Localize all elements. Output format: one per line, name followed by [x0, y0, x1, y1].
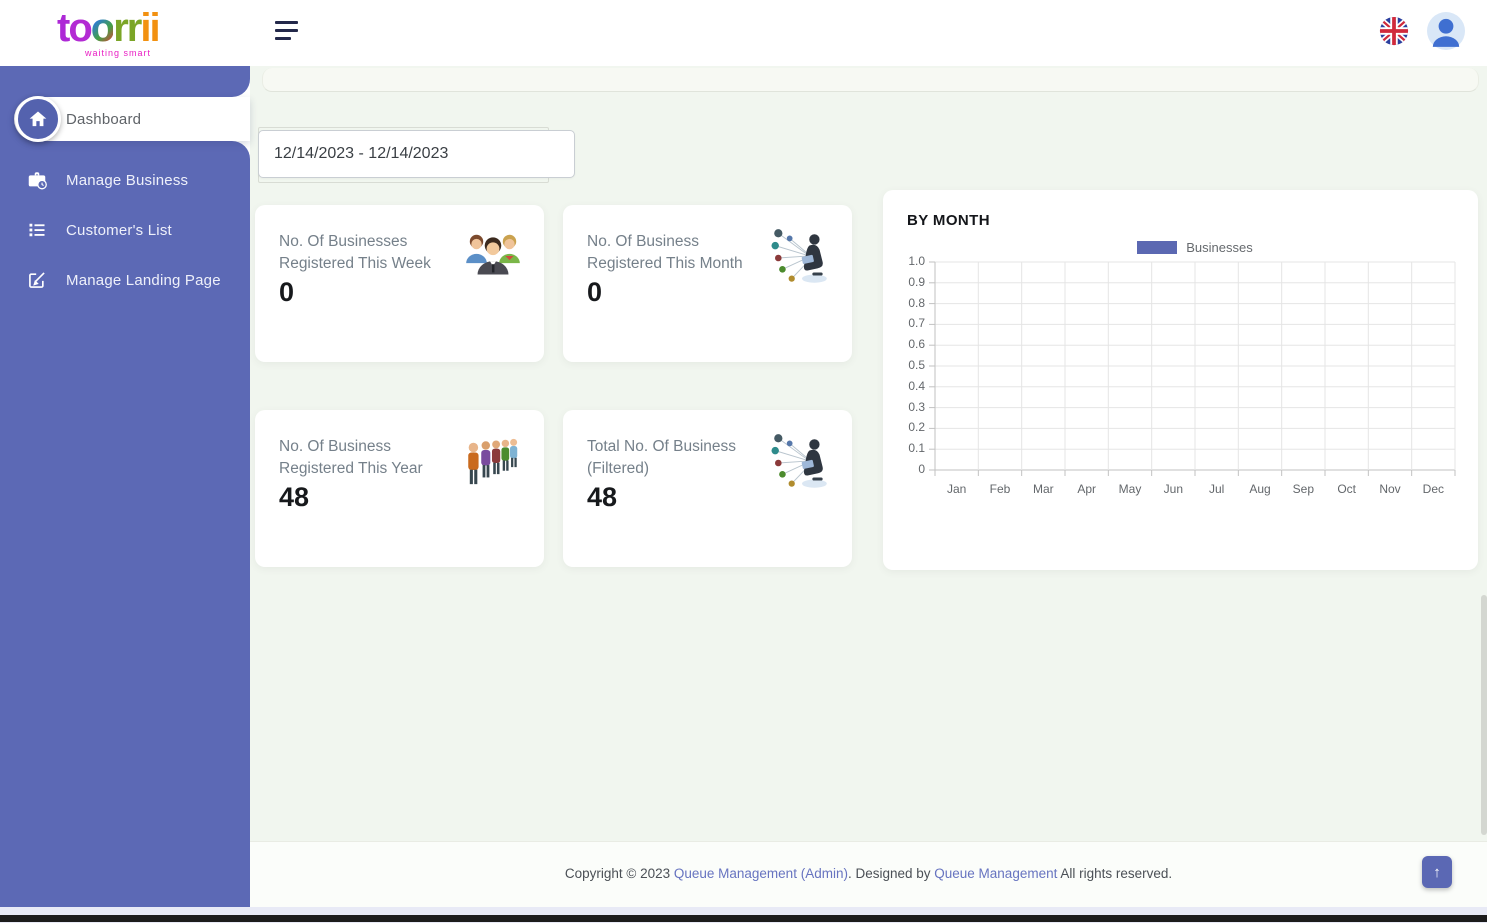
- logo-wordmark: toorrii: [57, 6, 197, 50]
- footer-text: . Designed by: [848, 866, 934, 881]
- scroll-to-top-button[interactable]: ↑: [1422, 856, 1452, 888]
- edit-icon: [26, 269, 48, 291]
- sidebar-item-label: Manage Business: [66, 172, 188, 189]
- businessman-network-illustration-icon: [768, 430, 834, 496]
- stat-card-value: 48: [587, 482, 617, 513]
- sidebar-item-label: Manage Landing Page: [66, 272, 221, 289]
- chart-plot-area: [935, 262, 1455, 470]
- stat-card-total: Total No. Of Business (Filtered) 48: [563, 410, 852, 567]
- top-header: toorrii waiting smart: [0, 0, 1487, 66]
- stat-card-title: No. Of Businesses Registered This Week: [279, 231, 467, 275]
- stat-card-week: No. Of Businesses Registered This Week 0: [255, 205, 544, 362]
- stat-card-year: No. Of Business Registered This Year 48: [255, 410, 544, 567]
- main-content: No. Of Businesses Registered This Week 0…: [250, 66, 1487, 923]
- vertical-scrollbar-thumb[interactable]: [1481, 595, 1487, 835]
- sidebar-item-label: Customer's List: [66, 222, 172, 239]
- by-month-chart-panel: BY MONTH Businesses 00.10.20.30.40.50.60…: [883, 190, 1478, 570]
- sidebar-item-manage-landing-page[interactable]: Manage Landing Page: [0, 258, 250, 302]
- sidebar-item-label: Dashboard: [66, 111, 141, 128]
- horizontal-scrollbar-thumb[interactable]: [0, 915, 1487, 922]
- uk-flag-icon[interactable]: [1379, 16, 1409, 51]
- legend-swatch: [1137, 241, 1177, 254]
- content-top-bar: [262, 68, 1479, 92]
- sidebar-item-customers-list[interactable]: Customer's List: [0, 208, 250, 252]
- list-icon: [26, 219, 48, 241]
- legend-label: Businesses: [1186, 240, 1252, 255]
- sidebar-item-dashboard[interactable]: Dashboard: [14, 97, 250, 141]
- stat-card-value: 48: [279, 482, 309, 513]
- people-queue-illustration-icon: [460, 430, 526, 496]
- horizontal-scrollbar[interactable]: [0, 907, 1487, 923]
- stat-card-month: No. Of Business Registered This Month 0: [563, 205, 852, 362]
- date-range-input[interactable]: [258, 130, 575, 178]
- sidebar-item-manage-business[interactable]: Manage Business: [0, 158, 250, 202]
- home-icon: [15, 96, 61, 142]
- logo-tagline: waiting smart: [85, 48, 151, 58]
- stat-card-title: Total No. Of Business (Filtered): [587, 436, 775, 480]
- briefcase-icon: [26, 169, 48, 191]
- stat-card-title: No. Of Business Registered This Year: [279, 436, 467, 480]
- chart-legend-item[interactable]: Businesses: [935, 240, 1455, 255]
- people-group-illustration-icon: [460, 225, 526, 291]
- app-logo[interactable]: toorrii waiting smart: [57, 6, 197, 60]
- sidebar-nav: Dashboard Manage Business Customer's Lis…: [0, 66, 250, 907]
- businessman-network-illustration-icon: [768, 225, 834, 291]
- chart-title: BY MONTH: [907, 212, 990, 229]
- footer-text: All rights reserved.: [1057, 866, 1172, 881]
- footer-text: Copyright © 2023: [565, 866, 674, 881]
- footer-link-queue-management[interactable]: Queue Management: [934, 866, 1057, 881]
- page-footer: Copyright © 2023 Queue Management (Admin…: [250, 841, 1487, 907]
- stat-card-title: No. Of Business Registered This Month: [587, 231, 775, 275]
- stat-card-value: 0: [587, 277, 602, 308]
- stat-card-value: 0: [279, 277, 294, 308]
- user-avatar-icon[interactable]: [1427, 12, 1465, 55]
- hamburger-menu-icon[interactable]: [275, 21, 299, 44]
- footer-link-admin[interactable]: Queue Management (Admin): [674, 866, 848, 881]
